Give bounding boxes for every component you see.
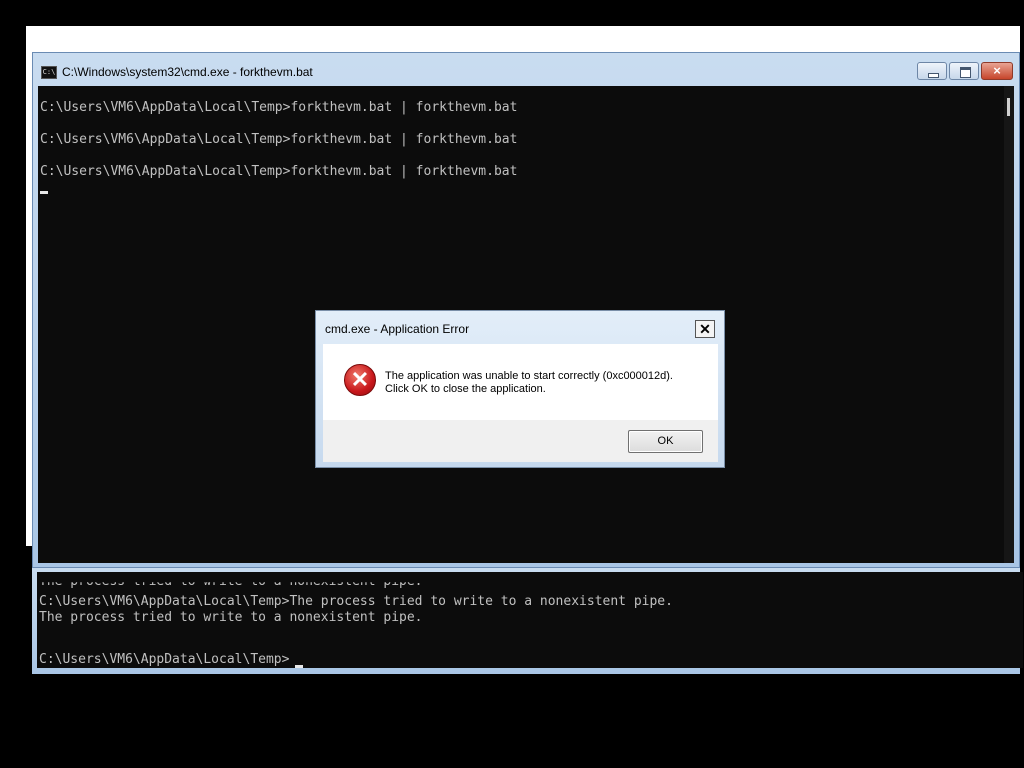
application-error-dialog[interactable]: cmd.exe - Application Error ✕ ✕ The appl… [315, 310, 725, 468]
console-line: C:\Users\VM6\AppData\Local\Temp>forkthev… [40, 100, 518, 115]
vertical-scrollbar[interactable] [1004, 86, 1014, 563]
minimize-button[interactable] [917, 62, 947, 80]
dialog-footer: OK [323, 420, 718, 462]
close-icon: ✕ [699, 321, 711, 337]
console-line: C:\Users\VM6\AppData\Local\Temp>The proc… [39, 594, 673, 609]
window-title: C:\Windows\system32\cmd.exe - forkthevm.… [62, 65, 313, 79]
console-line: C:\Users\VM6\AppData\Local\Temp>forkthev… [40, 164, 518, 179]
error-message-line2: Click OK to close the application. [385, 383, 546, 395]
maximize-button[interactable] [949, 62, 979, 80]
ok-button[interactable]: OK [628, 430, 703, 453]
console-line: The process tried to write to a nonexist… [39, 610, 423, 625]
console-line: C:\Users\VM6\AppData\Local\Temp> [39, 652, 290, 667]
dialog-close-button[interactable]: ✕ [695, 320, 715, 338]
scrollbar-thumb[interactable] [1007, 98, 1010, 116]
console-output-secondary[interactable]: The process tried to write to a nonexist… [37, 572, 1023, 668]
window-controls: × [915, 62, 1013, 80]
error-icon: ✕ [344, 364, 376, 396]
dialog-body: ✕ The application was unable to start co… [323, 344, 718, 420]
text-cursor [40, 191, 48, 194]
error-message-line1: The application was unable to start corr… [385, 370, 673, 382]
cmd-window-secondary[interactable]: The process tried to write to a nonexist… [32, 568, 1023, 674]
close-button[interactable]: × [981, 62, 1013, 80]
text-cursor [295, 665, 303, 668]
maximize-icon [960, 67, 971, 78]
close-icon: × [993, 63, 1001, 78]
console-line: C:\Users\VM6\AppData\Local\Temp>forkthev… [40, 132, 518, 147]
dialog-title: cmd.exe - Application Error [325, 322, 470, 336]
title-bar[interactable]: C:\ C:\Windows\system32\cmd.exe - forkth… [33, 53, 1019, 86]
console-line: The process tried to write to a nonexist… [39, 574, 423, 589]
minimize-icon [928, 73, 939, 78]
cmd-icon: C:\ [41, 66, 57, 79]
